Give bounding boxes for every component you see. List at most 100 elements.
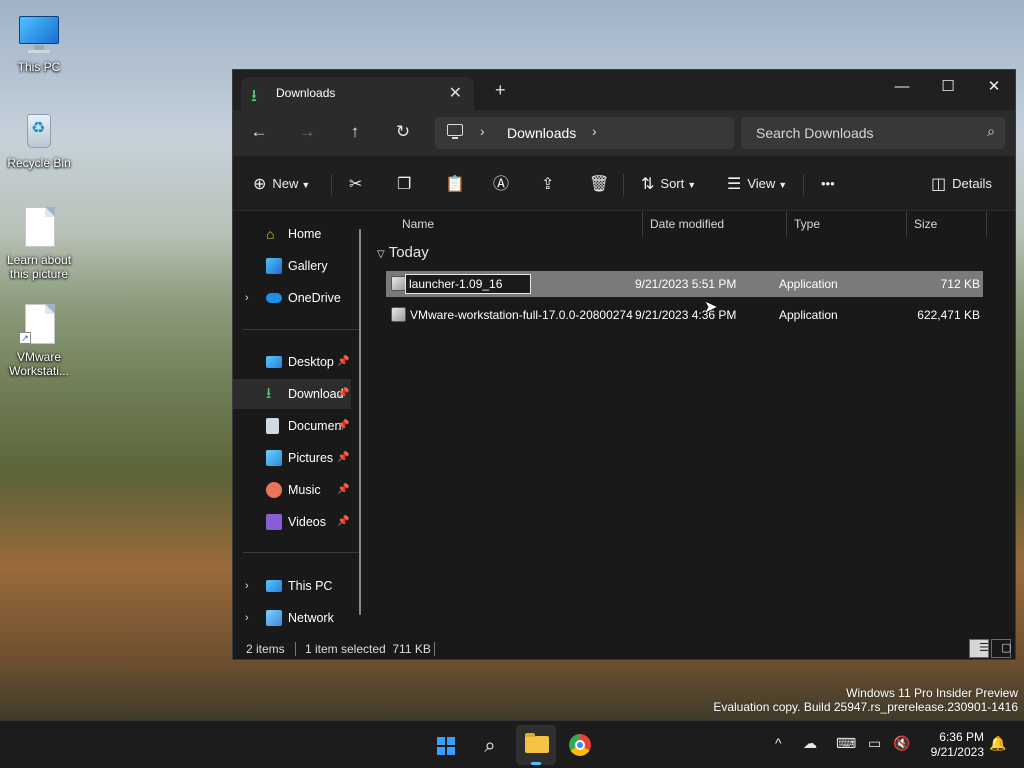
up-button[interactable]: ↑ (342, 121, 368, 145)
address-field[interactable]: › Downloads › (435, 117, 734, 149)
details-pane-icon: ◫ (931, 175, 947, 193)
chevron-right-icon[interactable]: › (245, 603, 249, 633)
os-watermark: Windows 11 Pro Insider Preview Evaluatio… (713, 686, 1018, 714)
nav-scrollbar[interactable] (359, 229, 361, 615)
new-button[interactable]: ⊕ New ▼ (253, 170, 310, 198)
close-window-button[interactable]: ✕ (971, 74, 1017, 102)
nav-item-documents[interactable]: Documents 📌 (233, 411, 351, 441)
mouse-pointer-icon: ➤ (704, 299, 718, 316)
desktop-icon-label: This PC (17, 60, 61, 74)
details-label: Details (952, 176, 992, 191)
nav-item-music[interactable]: Music 📌 (233, 475, 351, 505)
search-input[interactable] (741, 117, 971, 149)
column-header-date[interactable]: Date modified (650, 211, 724, 239)
tiles-view-toggle[interactable]: ▢ (991, 639, 1011, 658)
volume-muted-icon[interactable]: 🔇 (893, 735, 910, 752)
pin-icon[interactable]: 📌 (337, 411, 349, 441)
column-divider[interactable] (786, 211, 787, 237)
paste-button[interactable]: 📋 (445, 170, 471, 198)
chrome-icon[interactable] (569, 734, 591, 756)
search-taskbar-button[interactable]: ⌕ (474, 730, 506, 762)
refresh-button[interactable]: ↻ (390, 121, 416, 145)
cut-button[interactable]: ✂ (349, 170, 368, 198)
view-button[interactable]: ☰ View ▼ (727, 170, 787, 198)
command-bar: ⊕ New ▼ ✂ ❐ 📋 Ⓐ ⇪ 🗑 ⇅ Sort ▼ ☰ View ▼ ••• ◫ Det… (233, 156, 1015, 211)
title-bar: ⭳ Downloads ✕ + — ☐ ✕ (233, 70, 1015, 110)
delete-button[interactable]: 🗑 (589, 170, 615, 198)
desktop-icon-learn-picture[interactable]: Learn about this picture (1, 205, 77, 281)
show-hidden-icons-button[interactable]: ^ (775, 735, 782, 751)
minimize-button[interactable]: — (879, 74, 925, 102)
nav-item-videos[interactable]: Videos 📌 (233, 507, 351, 537)
rename-input[interactable] (405, 274, 531, 294)
nav-item-label: Videos (288, 515, 326, 529)
maximize-button[interactable]: ☐ (925, 74, 971, 102)
details-pane-button[interactable]: ◫ Details (931, 170, 992, 198)
column-header-size[interactable]: Size (914, 211, 937, 239)
nav-item-network[interactable]: › Network (233, 603, 351, 633)
file-type: Application (779, 277, 838, 291)
chevron-right-icon[interactable]: › (245, 283, 249, 313)
tab-downloads[interactable]: ⭳ Downloads ✕ (241, 77, 474, 110)
desktop-icon-this-pc[interactable]: This PC (1, 12, 77, 74)
rename-button[interactable]: Ⓐ (493, 170, 515, 198)
clock-time: 6:36 PM (939, 730, 984, 744)
details-view-toggle[interactable]: ☰ (969, 639, 989, 658)
onedrive-tray-icon[interactable]: ☁ (803, 735, 817, 752)
nav-item-desktop[interactable]: Desktop 📌 (233, 347, 351, 377)
breadcrumb-downloads[interactable]: Downloads (507, 125, 576, 141)
share-button[interactable]: ⇪ (541, 170, 560, 198)
forward-button[interactable]: → (294, 121, 320, 145)
desktop-icon-vmware[interactable]: ↗ VMware Workstati... (1, 302, 77, 378)
sort-button[interactable]: ⇅ Sort ▼ (641, 170, 696, 198)
navigation-pane: ⌂ Home Gallery › OneDrive Desktop 📌 ⭳ Do… (233, 211, 369, 639)
nav-item-this-pc[interactable]: › This PC (233, 571, 351, 601)
file-explorer-taskbar-button[interactable] (516, 725, 556, 765)
clock[interactable]: 6:36 PM 9/21/2023 (916, 730, 984, 760)
network-status-icon[interactable]: ▭ (868, 735, 881, 752)
nav-item-label: Network (288, 611, 334, 625)
chevron-right-icon[interactable]: › (480, 123, 485, 139)
nav-item-gallery[interactable]: Gallery (233, 251, 351, 281)
pin-icon[interactable]: 📌 (337, 379, 349, 409)
file-date: 9/21/2023 5:51 PM (635, 277, 737, 291)
column-header-type[interactable]: Type (794, 211, 820, 239)
pin-icon[interactable]: 📌 (337, 347, 349, 377)
group-header-today[interactable]: ▽ Today (377, 244, 429, 261)
copy-button[interactable]: ❐ (397, 170, 417, 198)
nav-item-label: Music (288, 483, 321, 497)
file-row[interactable]: 9/21/2023 5:51 PM Application 712 KB (386, 271, 983, 297)
nav-item-onedrive[interactable]: › OneDrive (233, 283, 351, 313)
start-button[interactable] (430, 730, 462, 762)
nav-item-label: OneDrive (288, 291, 341, 305)
column-divider[interactable] (642, 211, 643, 237)
pin-icon[interactable]: 📌 (337, 443, 349, 473)
file-row[interactable]: VMware-workstation-full-17.0.0-20800274 … (386, 302, 983, 328)
close-tab-icon[interactable]: ✕ (449, 83, 462, 103)
pin-icon[interactable]: 📌 (337, 507, 349, 537)
nav-item-label: Pictures (288, 451, 334, 465)
chevron-down-icon: ▼ (687, 180, 697, 190)
nav-item-pictures[interactable]: Pictures 📌 (233, 443, 351, 473)
notification-bell-icon[interactable]: 🔔 (989, 735, 1006, 752)
column-header-name[interactable]: Name (402, 211, 434, 239)
status-divider (434, 642, 435, 656)
keyboard-icon[interactable]: ⌨ (836, 735, 856, 752)
clipboard-icon: 📋 (445, 175, 465, 193)
nav-item-home[interactable]: ⌂ Home (233, 219, 351, 249)
new-tab-button[interactable]: + (495, 80, 506, 101)
arrow-left-icon: ← (250, 122, 268, 141)
column-divider[interactable] (986, 211, 987, 237)
chevron-right-icon[interactable]: › (592, 123, 597, 139)
desktop-icon-recycle-bin[interactable]: ♻ Recycle Bin (1, 108, 77, 170)
back-button[interactable]: ← (246, 121, 272, 145)
file-size: 622,471 KB (917, 308, 980, 322)
file-date: 9/21/2023 4:36 PM (635, 308, 737, 322)
nav-item-downloads[interactable]: ⭳ Downloads 📌 (233, 379, 351, 409)
application-icon (391, 307, 406, 322)
more-options-button[interactable]: ••• (821, 170, 835, 198)
column-divider[interactable] (906, 211, 907, 237)
pin-icon[interactable]: 📌 (337, 475, 349, 505)
search-box[interactable]: ⌕ (741, 117, 1005, 149)
chevron-right-icon[interactable]: › (245, 571, 249, 601)
